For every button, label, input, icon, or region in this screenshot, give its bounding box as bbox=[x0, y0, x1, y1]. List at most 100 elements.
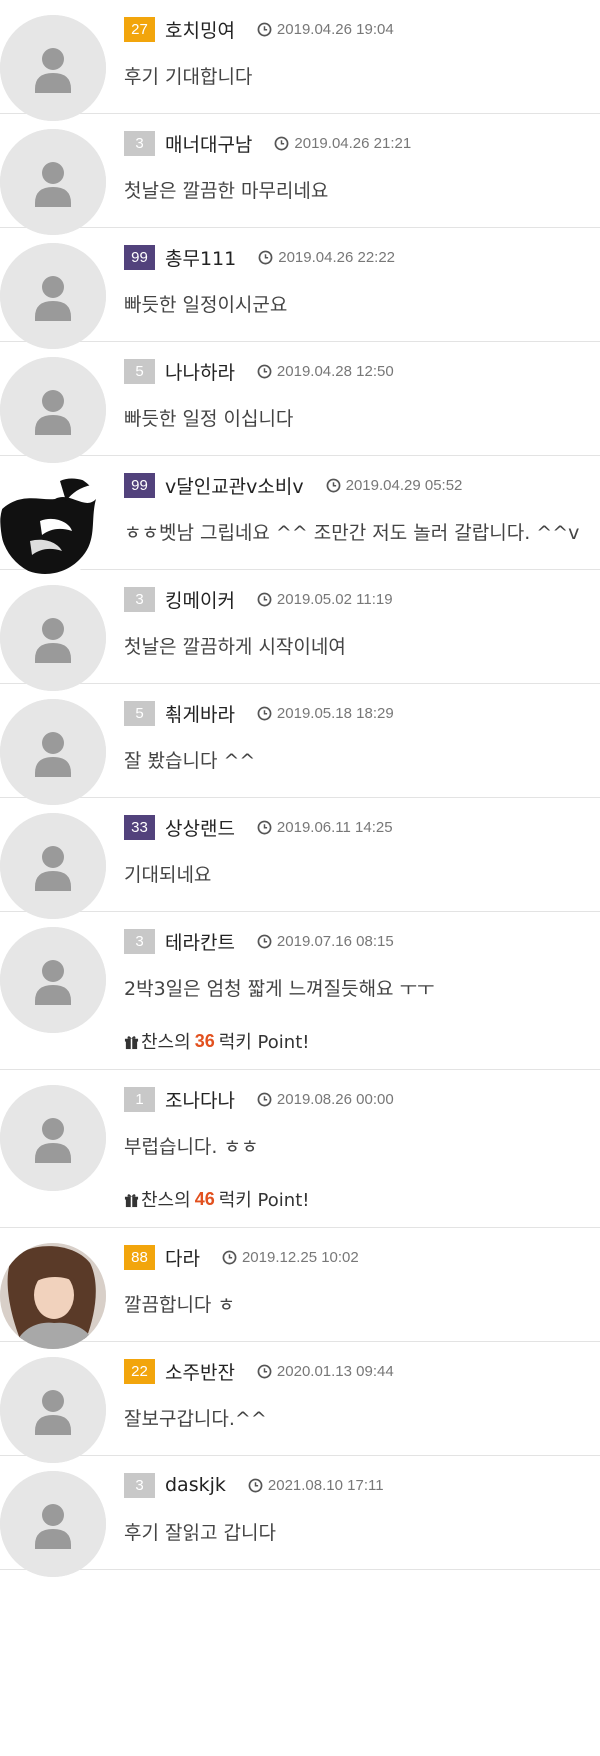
gift-icon bbox=[124, 1034, 139, 1049]
nickname[interactable]: 테라칸트 bbox=[165, 928, 235, 955]
comment-meta: 3 daskjk 2021.08.10 17:11 bbox=[124, 1471, 600, 1499]
nickname[interactable]: 총무111 bbox=[165, 244, 236, 271]
comment-meta: 88 다라 2019.12.25 10:02 bbox=[124, 1243, 600, 1271]
comment-item: 27 호치밍여 2019.04.26 19:04 후기 기대합니다 bbox=[0, 0, 600, 121]
level-badge: 5 bbox=[124, 700, 155, 726]
point-prefix: 찬스의 bbox=[141, 1190, 191, 1211]
clock-icon bbox=[257, 1092, 272, 1107]
point-value: 36 bbox=[194, 1030, 215, 1051]
comment-item: 88 다라 2019.12.25 10:02 깔끔합니다 ㅎ bbox=[0, 1228, 600, 1349]
comment-date: 2019.05.18 18:29 bbox=[257, 705, 394, 722]
level-badge: 99 bbox=[124, 244, 155, 270]
date-text: 2019.05.02 11:19 bbox=[276, 590, 393, 608]
comment-text: 빠듯한 일정 이십니다 bbox=[124, 408, 294, 430]
nickname[interactable]: v달인교관v소비v bbox=[165, 472, 304, 499]
avatar[interactable] bbox=[0, 927, 106, 1033]
comment-item: 5 나나하라 2019.04.28 12:50 빠듯한 일정 이십니다 bbox=[0, 342, 600, 463]
avatar[interactable] bbox=[0, 15, 106, 121]
nickname[interactable]: 조나다나 bbox=[165, 1086, 235, 1113]
clock-icon bbox=[257, 1364, 272, 1379]
clock-icon bbox=[248, 1478, 263, 1493]
avatar[interactable] bbox=[0, 1085, 106, 1191]
clock-icon bbox=[257, 592, 272, 607]
comment-date: 2019.04.26 22:22 bbox=[258, 249, 395, 266]
avatar[interactable] bbox=[0, 471, 106, 577]
comment-content: 3 킹메이커 2019.05.02 11:19 첫날은 깔끔하게 시작이네여 bbox=[124, 585, 600, 659]
comment-content: 22 소주반잔 2020.01.13 09:44 잘보구갑니다.^^ bbox=[124, 1357, 600, 1431]
comment-date: 2021.08.10 17:11 bbox=[248, 1477, 384, 1494]
nickname[interactable]: 호치밍여 bbox=[165, 16, 235, 43]
nickname[interactable]: daskjk bbox=[165, 1474, 226, 1496]
comment-meta: 99 총무111 2019.04.26 22:22 bbox=[124, 243, 600, 271]
nickname[interactable]: 소주반잔 bbox=[165, 1358, 235, 1385]
comment-content: 99 v달인교관v소비v 2019.04.29 05:52 ㅎㅎ벳남 그립네요 ^^ … bbox=[124, 471, 600, 545]
date-text: 2019.04.26 22:22 bbox=[278, 248, 396, 266]
point-suffix: 럭키 Point! bbox=[218, 1032, 310, 1053]
nickname[interactable]: 매너대구남 bbox=[165, 130, 252, 157]
comment-date: 2019.04.28 12:50 bbox=[257, 363, 394, 380]
level-badge: 3 bbox=[124, 1472, 155, 1498]
avatar[interactable] bbox=[0, 129, 106, 235]
comment-item: 33 상상랜드 2019.06.11 14:25 기대되네요 bbox=[0, 798, 600, 919]
nickname[interactable]: 킹메이커 bbox=[165, 586, 235, 613]
comment-meta: 5 쵞게바라 2019.05.18 18:29 bbox=[124, 699, 600, 727]
comment-date: 2019.04.26 19:04 bbox=[257, 21, 394, 38]
comment-content: 33 상상랜드 2019.06.11 14:25 기대되네요 bbox=[124, 813, 600, 887]
comment-text: 기대되네요 bbox=[124, 864, 212, 886]
avatar[interactable] bbox=[0, 1471, 106, 1577]
avatar[interactable] bbox=[0, 699, 106, 805]
avatar[interactable] bbox=[0, 357, 106, 463]
comment-item: 3 킹메이커 2019.05.02 11:19 첫날은 깔끔하게 시작이네여 bbox=[0, 570, 600, 691]
comment-item: 3 매너대구남 2019.04.26 21:21 첫날은 깔끔한 마무리네요 bbox=[0, 114, 600, 235]
comment-content: 27 호치밍여 2019.04.26 19:04 후기 기대합니다 bbox=[124, 15, 600, 89]
avatar[interactable] bbox=[0, 813, 106, 919]
point-prefix: 찬스의 bbox=[141, 1032, 191, 1053]
comment-text: 2박3일은 엄청 짧게 느껴질듯해요 ㅜㅜ bbox=[124, 978, 435, 1000]
date-text: 2019.05.18 18:29 bbox=[276, 704, 394, 722]
comment-content: 5 쵞게바라 2019.05.18 18:29 잘 봤습니다 ^^ bbox=[124, 699, 600, 773]
clock-icon bbox=[326, 478, 341, 493]
comment-text: 부럽습니다. ㅎㅎ bbox=[124, 1136, 259, 1158]
level-badge: 1 bbox=[124, 1086, 155, 1112]
clock-icon bbox=[257, 706, 272, 721]
avatar[interactable] bbox=[0, 1243, 106, 1349]
comment-item: 99 총무111 2019.04.26 22:22 빠듯한 일정이시군요 bbox=[0, 228, 600, 349]
date-text: 2019.06.11 14:25 bbox=[276, 818, 393, 836]
comment-content: 3 테라칸트 2019.07.16 08:15 2박3일은 엄청 짧게 느껴질듯해요 … bbox=[124, 927, 600, 1054]
comment-text: ㅎㅎ벳남 그립네요 ^^ 조만간 저도 놀러 갈랍니다. ^^v bbox=[124, 522, 580, 544]
comment-date: 2019.12.25 10:02 bbox=[222, 1249, 359, 1266]
clock-icon bbox=[222, 1250, 237, 1265]
lucky-point: 찬스의 46 럭키 Point! bbox=[124, 1186, 600, 1212]
comment-date: 2019.08.26 00:00 bbox=[257, 1091, 394, 1108]
clock-icon bbox=[257, 22, 272, 37]
comment-content: 88 다라 2019.12.25 10:02 깔끔합니다 ㅎ bbox=[124, 1243, 600, 1317]
date-text: 2019.08.26 00:00 bbox=[276, 1090, 394, 1108]
avatar[interactable] bbox=[0, 1357, 106, 1463]
comment-item: 99 v달인교관v소비v 2019.04.29 05:52 ㅎㅎ벳남 그립네요 ^^ … bbox=[0, 456, 600, 577]
nickname[interactable]: 쵞게바라 bbox=[165, 700, 235, 727]
nickname[interactable]: 상상랜드 bbox=[165, 814, 235, 841]
nickname[interactable]: 나나하라 bbox=[165, 358, 235, 385]
comment-content: 1 조나다나 2019.08.26 00:00 부럽습니다. ㅎㅎ 찬스의 46 럭키 Po… bbox=[124, 1085, 600, 1212]
date-text: 2020.01.13 09:44 bbox=[276, 1362, 394, 1380]
comment-meta: 99 v달인교관v소비v 2019.04.29 05:52 bbox=[124, 471, 600, 499]
date-text: 2019.04.26 19:04 bbox=[276, 20, 394, 38]
avatar[interactable] bbox=[0, 243, 106, 349]
date-text: 2021.08.10 17:11 bbox=[267, 1476, 384, 1494]
comment-meta: 22 소주반잔 2020.01.13 09:44 bbox=[124, 1357, 600, 1385]
level-badge: 3 bbox=[124, 130, 155, 156]
date-text: 2019.04.28 12:50 bbox=[276, 362, 394, 380]
level-badge: 27 bbox=[124, 16, 155, 42]
gift-icon bbox=[124, 1192, 139, 1207]
comment-text: 잘보구갑니다.^^ bbox=[124, 1408, 267, 1430]
comment-text: 빠듯한 일정이시군요 bbox=[124, 294, 288, 316]
comment-content: 3 매너대구남 2019.04.26 21:21 첫날은 깔끔한 마무리네요 bbox=[124, 129, 600, 203]
comment-text: 첫날은 깔끔하게 시작이네여 bbox=[124, 636, 346, 658]
comment-text: 후기 기대합니다 bbox=[124, 66, 253, 88]
comment-item: 3 테라칸트 2019.07.16 08:15 2박3일은 엄청 짧게 느껴질듯해요 … bbox=[0, 912, 600, 1070]
comment-content: 5 나나하라 2019.04.28 12:50 빠듯한 일정 이십니다 bbox=[124, 357, 600, 431]
nickname[interactable]: 다라 bbox=[165, 1244, 200, 1271]
lucky-point: 찬스의 36 럭키 Point! bbox=[124, 1028, 600, 1054]
avatar[interactable] bbox=[0, 585, 106, 691]
comment-meta: 1 조나다나 2019.08.26 00:00 bbox=[124, 1085, 600, 1113]
